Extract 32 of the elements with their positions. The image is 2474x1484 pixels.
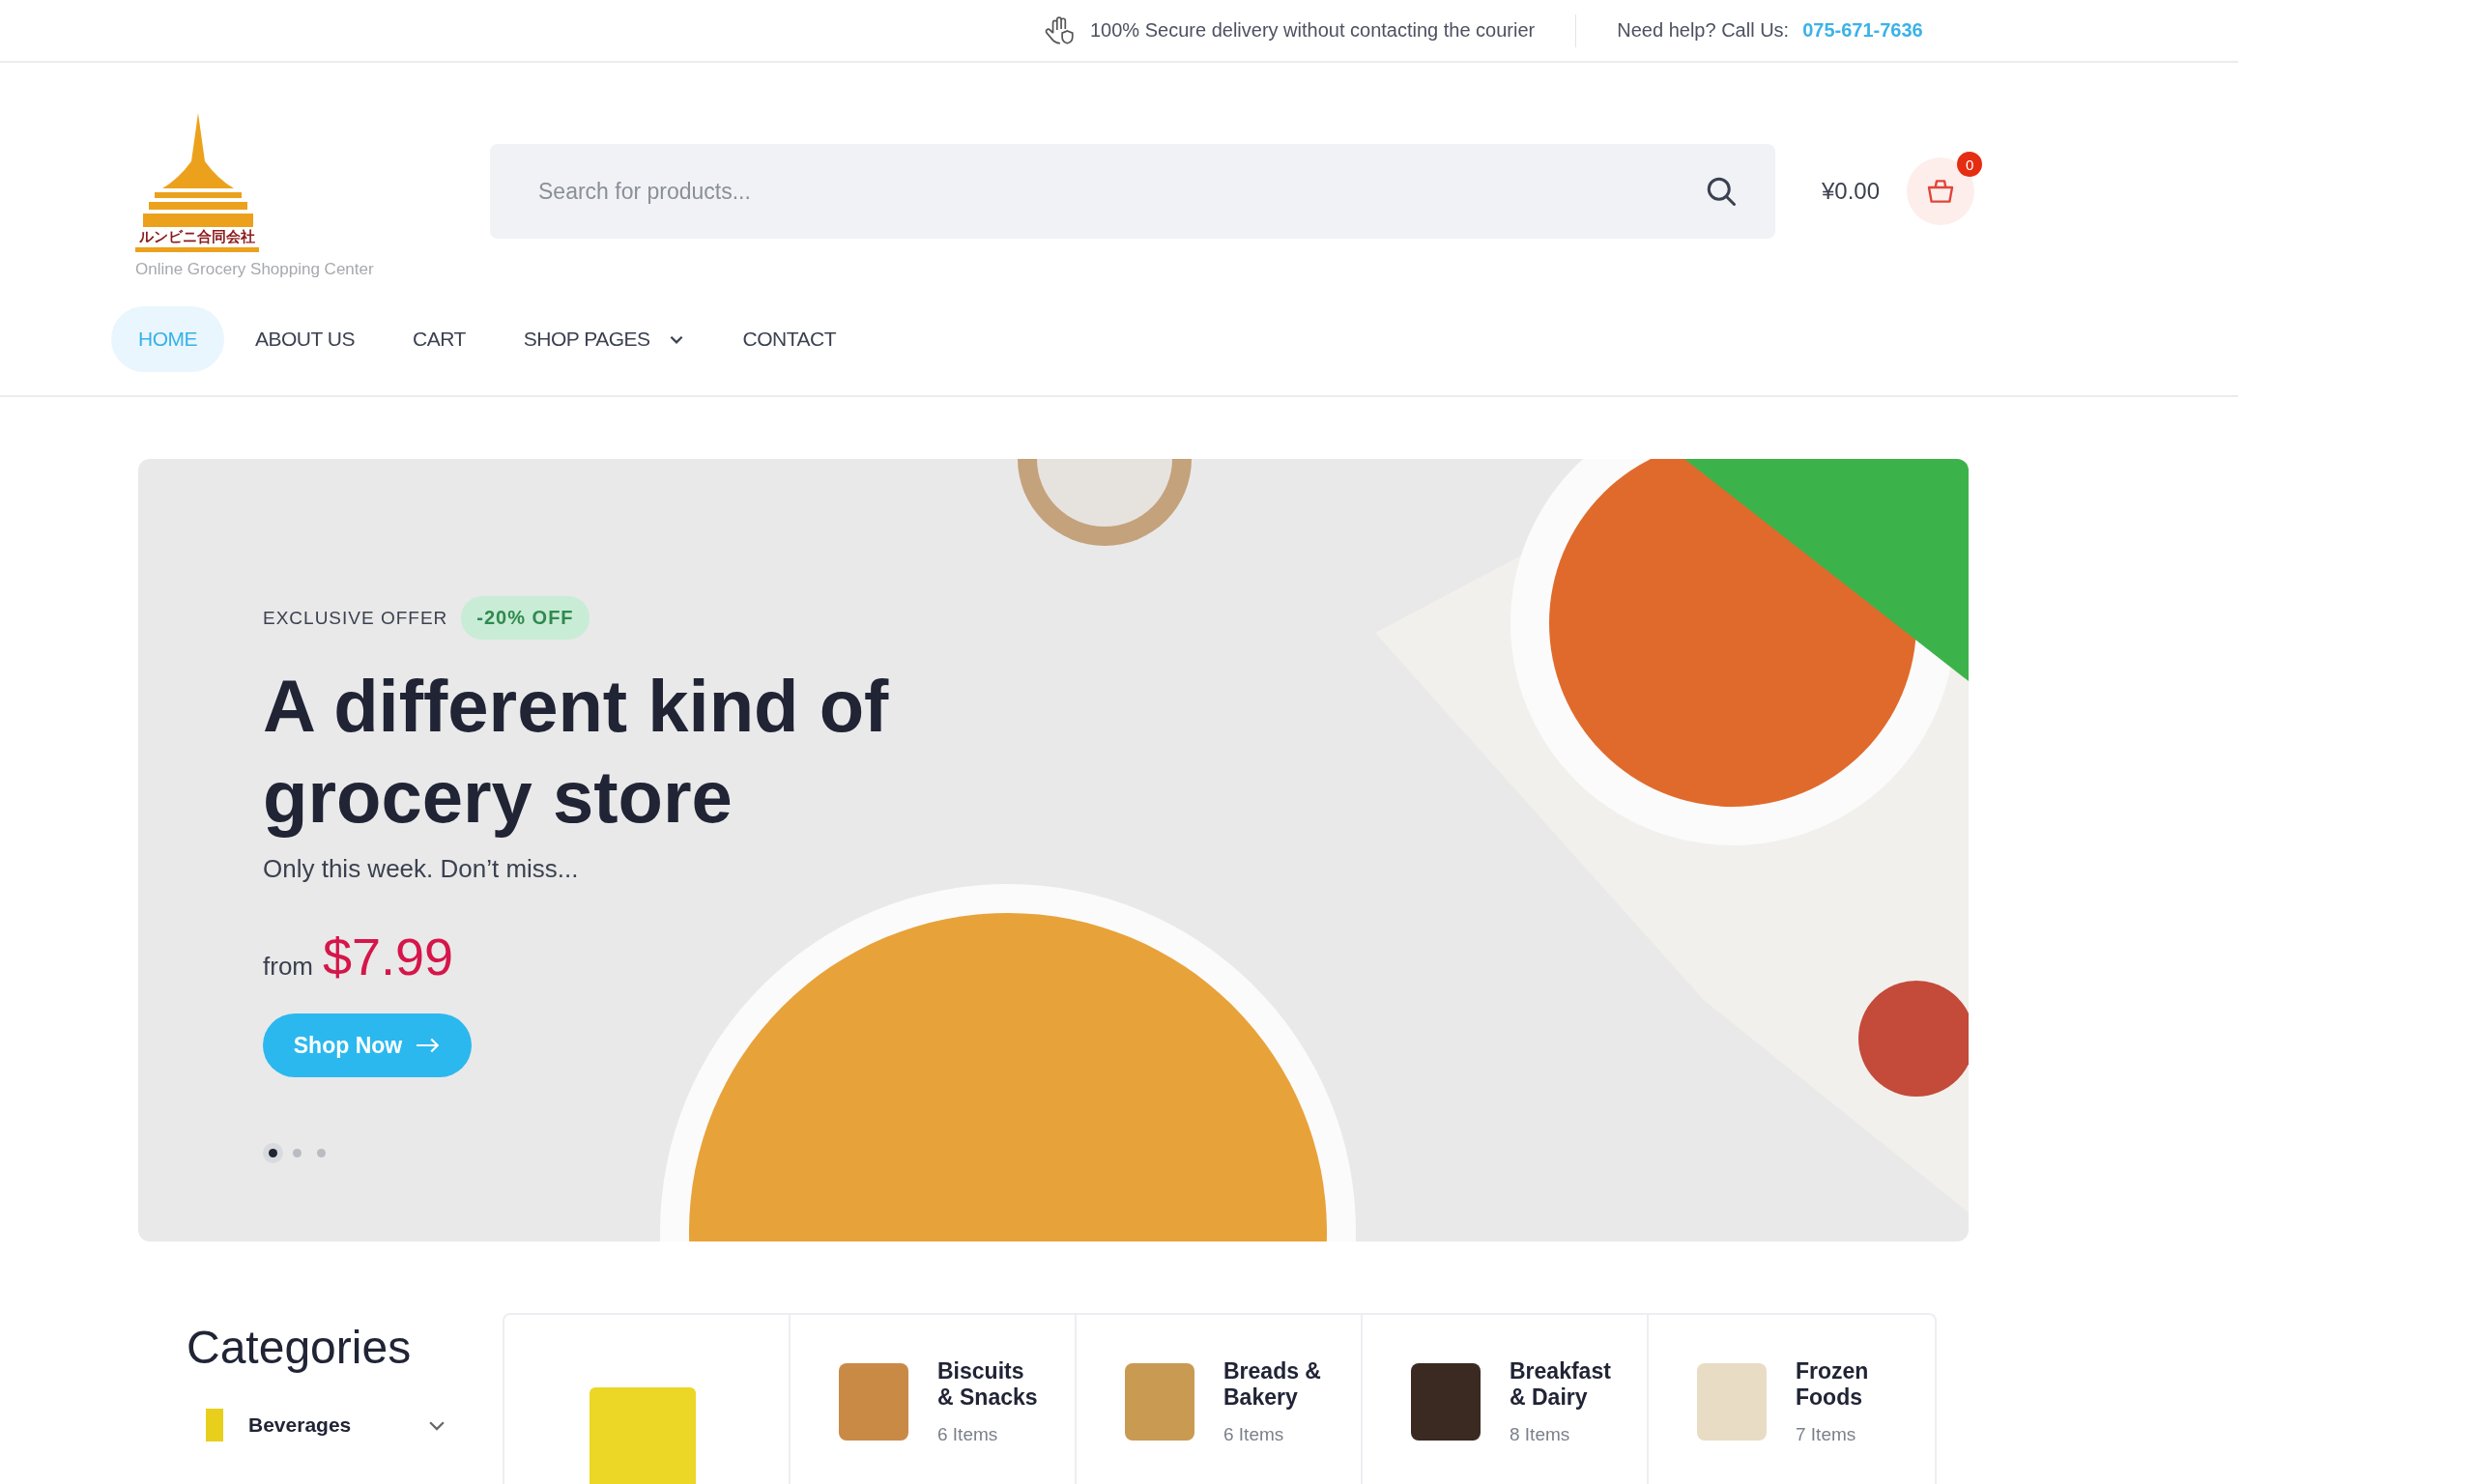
nav-link[interactable]: ABOUT US — [228, 306, 382, 372]
arrow-right-icon — [416, 1038, 442, 1053]
hero-price: $7.99 — [323, 927, 454, 986]
category-name[interactable]: Breads & Bakery — [1223, 1358, 1330, 1411]
category-menu-item[interactable]: Beverages — [187, 1409, 447, 1441]
nav-link[interactable]: CART — [385, 306, 493, 372]
hero-subtitle: Only this week. Don’t miss... — [263, 854, 580, 884]
logo-tagline: Online Grocery Shopping Center — [135, 260, 374, 279]
bottle-thumbnail — [206, 1409, 223, 1441]
item-count: 6 Items — [1223, 1424, 1285, 1445]
offer-label: EXCLUSIVE OFFER — [263, 607, 448, 629]
slide-dot[interactable] — [293, 1149, 302, 1157]
nav-link[interactable]: CONTACT — [715, 306, 863, 372]
hero-title: A different kind of grocery store — [263, 664, 890, 840]
categories-title: Categories — [187, 1321, 413, 1374]
slide-dot[interactable] — [317, 1149, 326, 1157]
item-count: 7 Items — [1796, 1424, 1857, 1445]
nav-link[interactable]: SHOP PAGES — [496, 306, 712, 372]
item-count: 8 Items — [1510, 1424, 1571, 1445]
cart-total: ¥0.00 — [1822, 178, 1881, 205]
logo-text: ルンビニ合同会社 — [135, 227, 259, 252]
price-prefix: from — [263, 952, 313, 982]
category-name[interactable]: Biscuits & Snacks — [937, 1358, 1044, 1411]
delivery-notice: 100% Secure delivery without contacting the courier — [1090, 19, 1536, 42]
item-count: 6 Items — [937, 1424, 999, 1445]
hand-shield-icon — [1044, 14, 1077, 47]
discount-badge: -20% OFF — [461, 596, 590, 640]
cart-count-badge: 0 — [1957, 152, 1983, 177]
search-field[interactable]: Search for products... — [490, 144, 1775, 239]
help-label: Need help? Call Us: — [1617, 19, 1790, 42]
category-name[interactable]: Breakfast & Dairy — [1510, 1358, 1616, 1411]
category-name[interactable]: Frozen Foods — [1796, 1358, 1902, 1411]
